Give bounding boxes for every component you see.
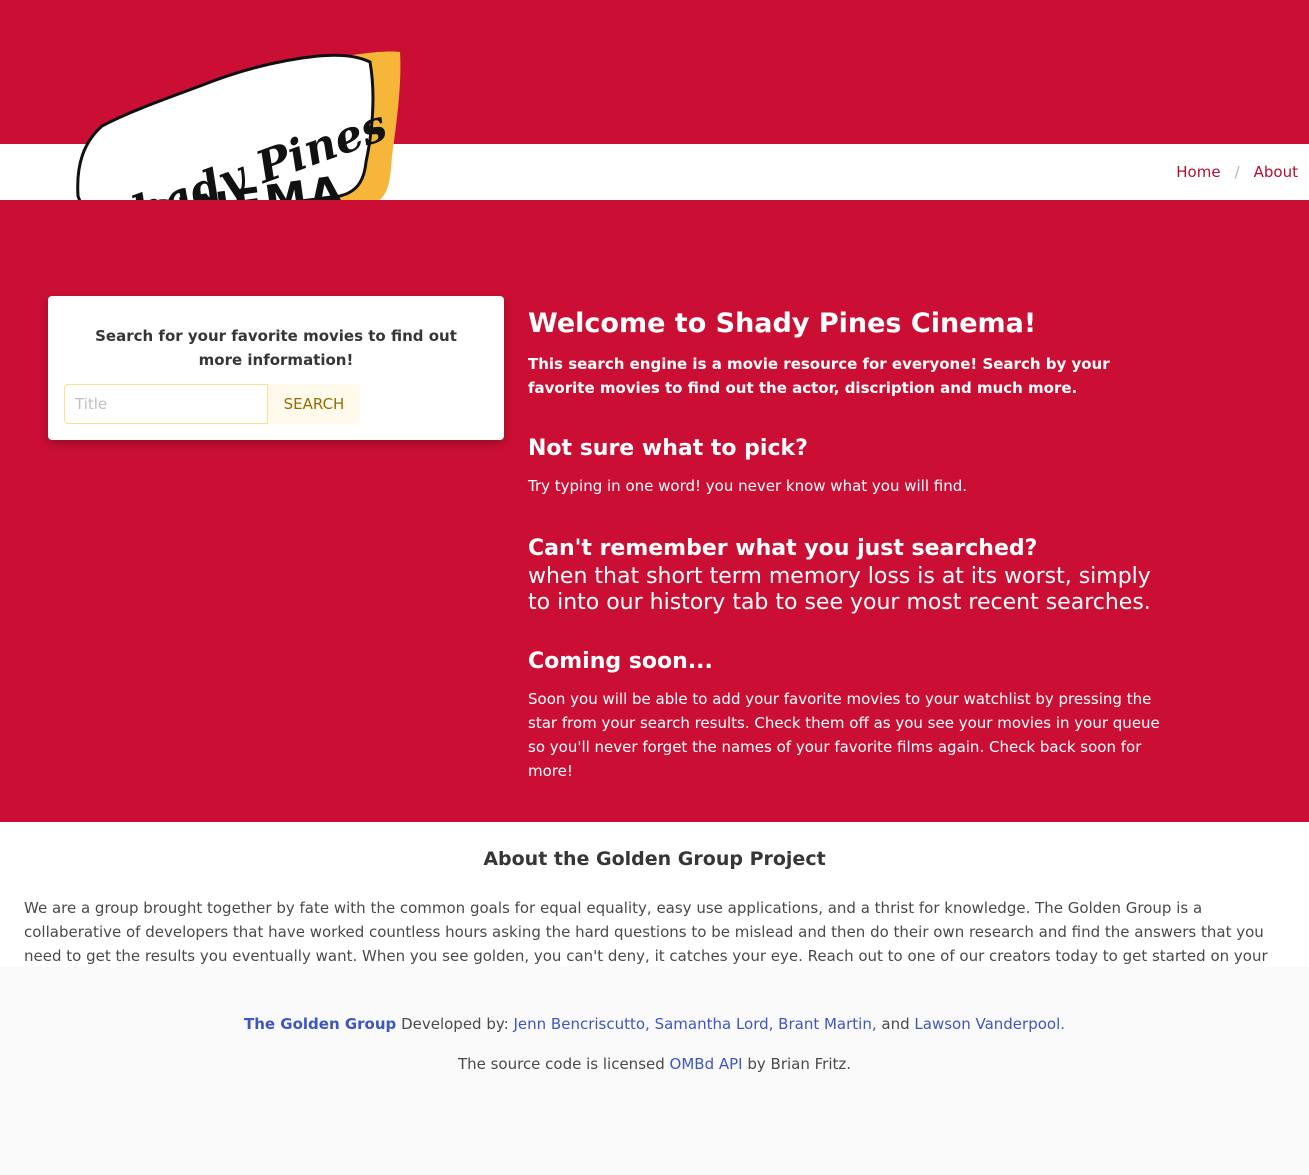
title-search-input[interactable]: [64, 384, 268, 424]
remember-text: when that short term memory loss is at i…: [528, 564, 1151, 615]
footer: The Golden Group Developed by: Jenn Benc…: [0, 967, 1309, 1175]
license-prefix: The source code is licensed: [457, 1055, 665, 1073]
pick-title: Not sure what to pick?: [528, 436, 808, 461]
nav-about-link[interactable]: About: [1254, 163, 1298, 181]
coming-soon-block: Coming soon... Soon you will be able to …: [528, 647, 1168, 783]
license-suffix: by Brian Fritz.: [747, 1055, 852, 1073]
pick-block: Not sure what to pick? Try typing in one…: [528, 434, 1168, 498]
remember-block: Can't remember what you just searched? w…: [528, 534, 1168, 616]
developers-link[interactable]: Jenn Bencriscutto, Samantha Lord, Brant …: [513, 1015, 876, 1033]
developed-by-label: Developed by:: [401, 1015, 509, 1033]
hero-section: Search for your favorite movies to find …: [0, 200, 1309, 822]
about-title: About the Golden Group Project: [483, 848, 826, 870]
footer-credits: The Golden Group Developed by: Jenn Benc…: [0, 1015, 1309, 1033]
footer-license: The source code is licensed OMBd API by …: [0, 1055, 1309, 1073]
welcome-title: Welcome to Shady Pines Cinema!: [528, 308, 1037, 339]
welcome-block: Welcome to Shady Pines Cinema! This sear…: [528, 304, 1168, 400]
coming-soon-title: Coming soon...: [528, 649, 713, 674]
welcome-intro: This search engine is a movie resource f…: [528, 355, 1110, 397]
omdb-api-link[interactable]: OMBd API: [670, 1055, 743, 1073]
search-button[interactable]: SEARCH: [268, 384, 360, 424]
remember-title: Can't remember what you just searched?: [528, 536, 1038, 561]
golden-group-link[interactable]: The Golden Group: [244, 1015, 396, 1033]
nav-home-link[interactable]: Home: [1176, 163, 1220, 181]
breadcrumb: Home / About: [1176, 144, 1298, 200]
coming-soon-text: Soon you will be able to add your favori…: [528, 690, 1160, 780]
and-label: and: [881, 1015, 910, 1033]
lawson-link[interactable]: Lawson Vanderpool.: [914, 1015, 1065, 1033]
search-card: Search for your favorite movies to find …: [48, 296, 504, 440]
about-section: About the Golden Group Project We are a …: [0, 822, 1309, 989]
pick-text: Try typing in one word! you never know w…: [528, 477, 968, 495]
search-prompt: Search for your favorite movies to find …: [95, 327, 457, 369]
breadcrumb-separator: /: [1234, 163, 1240, 181]
